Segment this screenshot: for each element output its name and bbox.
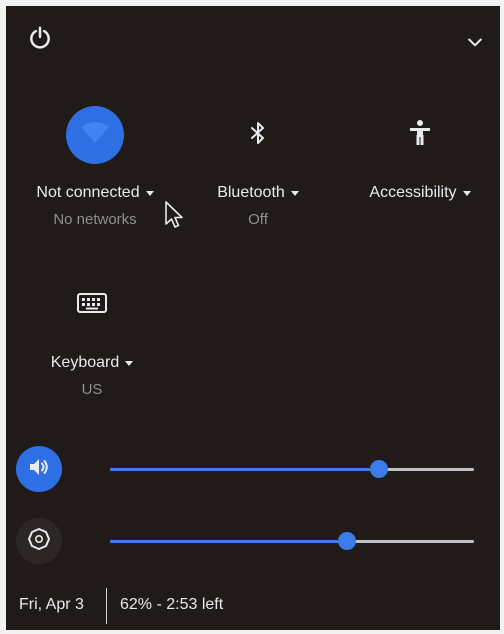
keyboard-label-button[interactable]: Keyboard — [51, 354, 134, 372]
volume-slider-fill — [110, 468, 380, 471]
brightness-slider-thumb[interactable] — [337, 532, 356, 550]
caret-down-icon — [462, 190, 471, 196]
brightness-icon — [27, 527, 51, 556]
network-status: No networks — [53, 211, 137, 228]
volume-row — [6, 444, 500, 494]
keyboard-layout: US — [81, 381, 103, 398]
battery-status[interactable]: 62% - 2:53 left — [120, 596, 223, 614]
date-label[interactable]: Fri, Apr 3 — [19, 596, 84, 614]
quick-settings-panel: Not connected No networks Bluetooth Off — [6, 6, 500, 630]
brightness-row — [6, 516, 500, 566]
caret-down-icon — [125, 360, 134, 366]
network-tile: Not connected No networks — [15, 106, 175, 228]
volume-slider-thumb[interactable] — [370, 460, 389, 478]
keyboard-toggle-button[interactable] — [63, 276, 121, 334]
brightness-slider[interactable] — [110, 532, 474, 550]
keyboard-icon — [77, 292, 107, 319]
footer-divider — [106, 588, 107, 624]
accessibility-icon — [409, 119, 431, 152]
collapse-button[interactable] — [461, 30, 489, 58]
bluetooth-icon — [247, 120, 269, 151]
bluetooth-tile: Bluetooth Off — [178, 106, 338, 228]
bluetooth-label-button[interactable]: Bluetooth — [217, 184, 299, 202]
power-button[interactable] — [24, 24, 56, 56]
accessibility-tile: Accessibility — [340, 106, 500, 211]
keyboard-label: Keyboard — [50, 354, 120, 371]
brightness-slider-fill — [110, 540, 347, 543]
keyboard-tile: Keyboard US — [12, 276, 172, 398]
mute-toggle-button[interactable] — [16, 446, 62, 492]
chevron-down-icon — [465, 32, 485, 57]
volume-icon — [27, 455, 51, 484]
wifi-icon — [80, 120, 110, 151]
bluetooth-toggle-button[interactable] — [229, 106, 287, 164]
accessibility-label-button[interactable]: Accessibility — [369, 184, 471, 202]
caret-down-icon — [145, 190, 154, 196]
network-toggle-button[interactable] — [66, 106, 124, 164]
accessibility-label: Accessibility — [369, 184, 457, 201]
bluetooth-status: Off — [248, 211, 268, 228]
status-footer: Fri, Apr 3 62% - 2:53 left — [6, 586, 500, 624]
accessibility-toggle-button[interactable] — [391, 106, 449, 164]
network-label-button[interactable]: Not connected — [36, 184, 154, 202]
volume-slider[interactable] — [110, 460, 474, 478]
bluetooth-label: Bluetooth — [217, 184, 285, 201]
caret-down-icon — [290, 190, 299, 196]
network-label: Not connected — [36, 184, 140, 201]
brightness-button[interactable] — [16, 518, 62, 564]
power-icon — [27, 25, 53, 56]
